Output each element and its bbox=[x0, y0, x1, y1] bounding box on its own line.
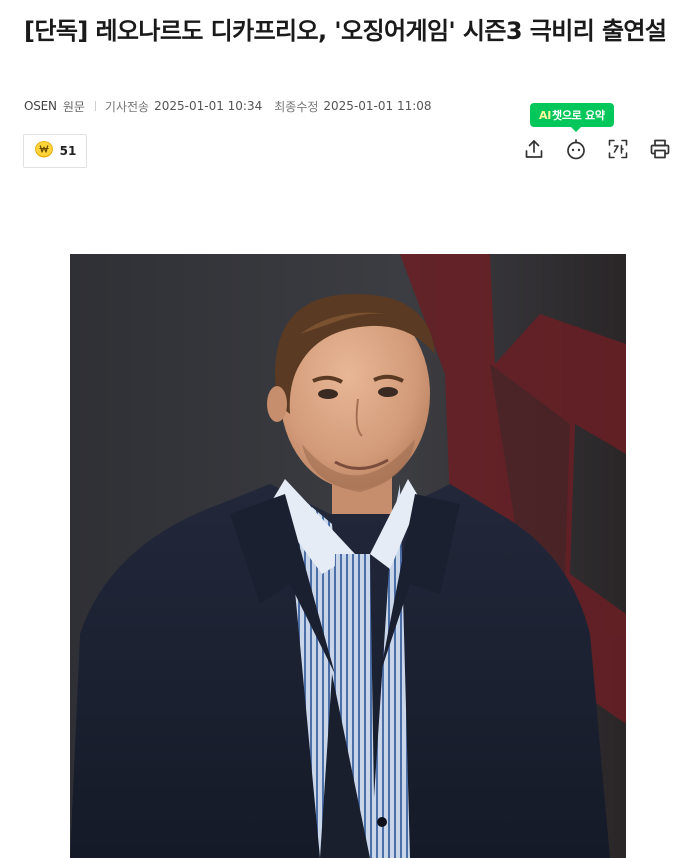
meta-divider bbox=[94, 101, 96, 111]
press-name[interactable]: OSEN bbox=[24, 99, 57, 113]
won-coin-icon bbox=[34, 139, 54, 163]
article-header: [단독] 레오나르도 디카프리오, '오징어게임' 시즌3 극비리 출연설 bbox=[24, 14, 678, 48]
print-icon[interactable] bbox=[648, 137, 672, 161]
reaction-count: 51 bbox=[59, 144, 77, 158]
ai-summary-button[interactable]: AI 챗으로 요약 bbox=[530, 103, 614, 132]
ai-summary-label: 챗으로 요약 bbox=[552, 109, 605, 122]
modified-label: 최종수정 bbox=[274, 99, 319, 114]
ai-summary-tag: AI bbox=[539, 108, 552, 122]
published-label: 기사전송 bbox=[104, 99, 150, 114]
share-icon[interactable] bbox=[522, 137, 546, 161]
font-size-icon[interactable] bbox=[606, 137, 630, 161]
article-meta: OSEN 원문 기사전송 2025-01-01 10:34 최종수정 2025-… bbox=[24, 96, 432, 116]
ai-bot-icon[interactable] bbox=[564, 137, 588, 161]
source-link[interactable]: 원문 bbox=[63, 98, 85, 115]
article-headline: [단독] 레오나르도 디카프리오, '오징어게임' 시즌3 극비리 출연설 bbox=[24, 17, 667, 45]
article-photo[interactable] bbox=[70, 254, 626, 858]
reaction-button[interactable]: 51 bbox=[23, 134, 87, 168]
modified-datetime: 2025-01-01 11:08 bbox=[323, 99, 432, 113]
published-datetime: 2025-01-01 10:34 bbox=[154, 99, 263, 113]
